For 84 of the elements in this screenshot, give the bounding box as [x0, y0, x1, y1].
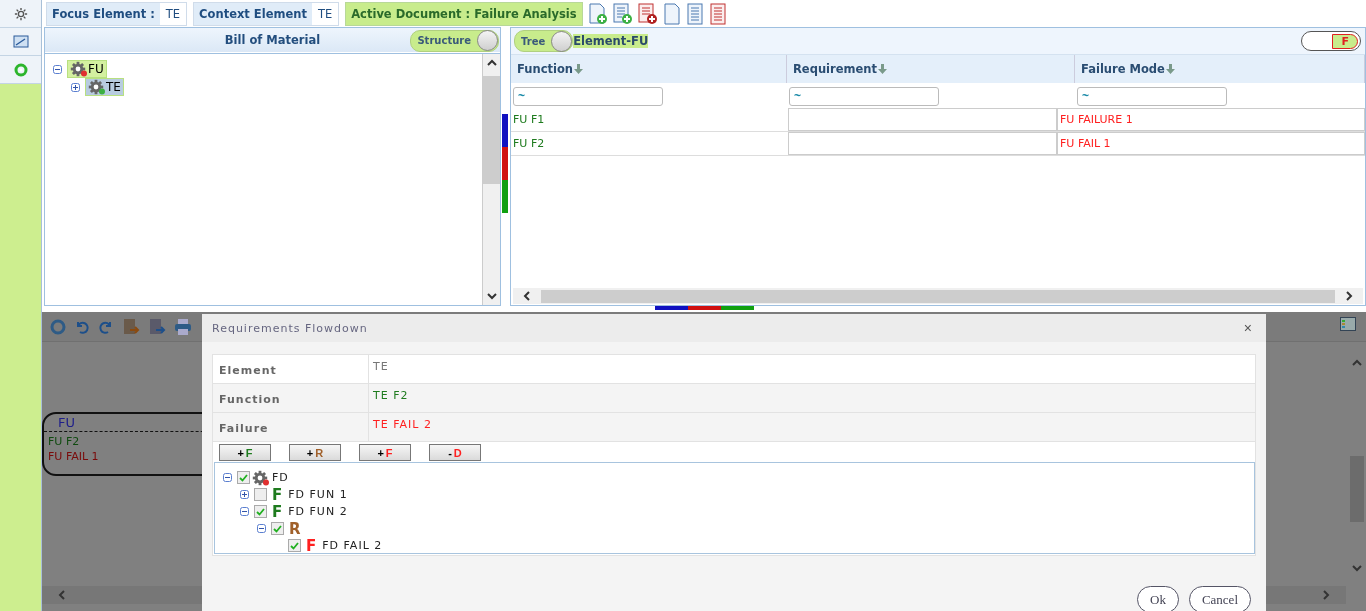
- dialog-title: Requirements Flowdown: [212, 321, 368, 335]
- list-icon[interactable]: [684, 2, 705, 25]
- scroll-right-icon[interactable]: [1343, 290, 1355, 302]
- filter-field[interactable]: ~: [513, 86, 663, 106]
- tree-item[interactable]: TE: [85, 78, 124, 96]
- tree-label: FU: [88, 62, 104, 76]
- element-label: Element-FU: [573, 34, 649, 48]
- toggle-switch[interactable]: Structure: [410, 29, 499, 52]
- tree-label: FD FUN 1: [288, 488, 348, 501]
- collapse-icon[interactable]: [53, 64, 65, 74]
- filter-field[interactable]: ~: [789, 86, 939, 106]
- field-value: TE: [311, 1, 340, 26]
- add-button[interactable]: + R: [289, 444, 341, 461]
- field-label: Failure: [213, 413, 369, 441]
- column-header[interactable]: Function: [511, 55, 787, 83]
- field-label: Element: [213, 355, 369, 383]
- export-icon[interactable]: [122, 317, 140, 336]
- tree-label: FD FUN 2: [288, 505, 348, 518]
- sort-icon[interactable]: [1165, 64, 1175, 74]
- gear-icon: [252, 469, 270, 486]
- scroll-thumb[interactable]: [541, 289, 1335, 303]
- scroll-thumb[interactable]: [483, 76, 500, 184]
- add-document-icon[interactable]: [586, 2, 609, 25]
- export-icon[interactable]: [148, 317, 166, 336]
- scroll-left-icon[interactable]: [521, 290, 533, 302]
- field-value: TE F2: [372, 388, 410, 404]
- field-label: Function: [213, 384, 369, 412]
- field-label: Context Element: [193, 1, 312, 26]
- column-header[interactable]: Requirement: [787, 55, 1075, 83]
- checkbox[interactable]: [254, 488, 267, 501]
- print-icon[interactable]: [174, 317, 192, 336]
- expand-icon[interactable]: [240, 490, 252, 499]
- dialog-button[interactable]: Ok: [1137, 586, 1179, 611]
- active-document: Active Document : Failure Analysis: [345, 1, 583, 26]
- refresh-icon[interactable]: [50, 318, 66, 335]
- checkbox[interactable]: [254, 505, 267, 518]
- table-cell-text: FU F2: [512, 136, 546, 152]
- checkbox[interactable]: [237, 471, 250, 484]
- toggle-switch[interactable]: F: [1301, 31, 1361, 51]
- scrollbar[interactable]: [513, 288, 1363, 304]
- table-cell: FU FAILURE 1: [1057, 108, 1365, 131]
- field-label: Focus Element :: [46, 1, 160, 26]
- remove-list-icon[interactable]: [636, 2, 659, 25]
- tree-label: TE: [106, 80, 121, 94]
- field-value: TE: [372, 359, 390, 375]
- scroll-down-icon[interactable]: [485, 290, 498, 302]
- sort-icon[interactable]: [877, 64, 887, 74]
- tree-label: FD FAIL 2: [322, 539, 383, 552]
- column-header[interactable]: Failure Mode: [1075, 55, 1365, 83]
- checkbox[interactable]: [271, 522, 284, 535]
- add-button[interactable]: - D: [429, 444, 481, 461]
- toggle-switch[interactable]: Tree: [514, 30, 574, 52]
- legend-icon[interactable]: [1340, 317, 1356, 331]
- gear-icon: [88, 79, 106, 95]
- tree-item[interactable]: FU: [67, 60, 107, 78]
- collapse-icon[interactable]: [240, 507, 252, 516]
- collapse-icon[interactable]: [257, 524, 269, 533]
- expand-icon[interactable]: [71, 82, 83, 92]
- type-letter: F: [272, 485, 284, 504]
- checkbox[interactable]: [288, 539, 301, 552]
- scrollbar[interactable]: [482, 54, 500, 305]
- tree-label: FD: [272, 471, 289, 484]
- close-button[interactable]: ×: [1239, 320, 1256, 336]
- monitor-icon[interactable]: [0, 28, 41, 56]
- field-value: TE: [159, 1, 188, 26]
- filter-field[interactable]: ~: [1077, 86, 1227, 106]
- dialog-button[interactable]: Cancel: [1188, 586, 1251, 611]
- table-cell: FU FAIL 1: [1057, 132, 1365, 155]
- node-function: FU F2: [47, 434, 81, 448]
- type-letter: F: [306, 536, 318, 555]
- field-value: TE FAIL 2: [372, 417, 433, 433]
- type-letter: R: [289, 519, 302, 538]
- panel-title: Bill of Material: [224, 33, 321, 47]
- collapse-icon[interactable]: [223, 473, 235, 482]
- add-button[interactable]: + F: [219, 444, 271, 461]
- sort-icon[interactable]: [574, 64, 583, 74]
- add-list-icon[interactable]: [611, 2, 634, 25]
- list-icon[interactable]: [707, 2, 728, 25]
- node-failure: FU FAIL 1: [47, 449, 100, 465]
- add-button[interactable]: + F: [359, 444, 411, 461]
- table-cell-text: FU F1: [512, 112, 546, 128]
- settings-icon[interactable]: [0, 0, 41, 28]
- type-letter: F: [272, 502, 284, 521]
- gear-icon: [70, 61, 88, 77]
